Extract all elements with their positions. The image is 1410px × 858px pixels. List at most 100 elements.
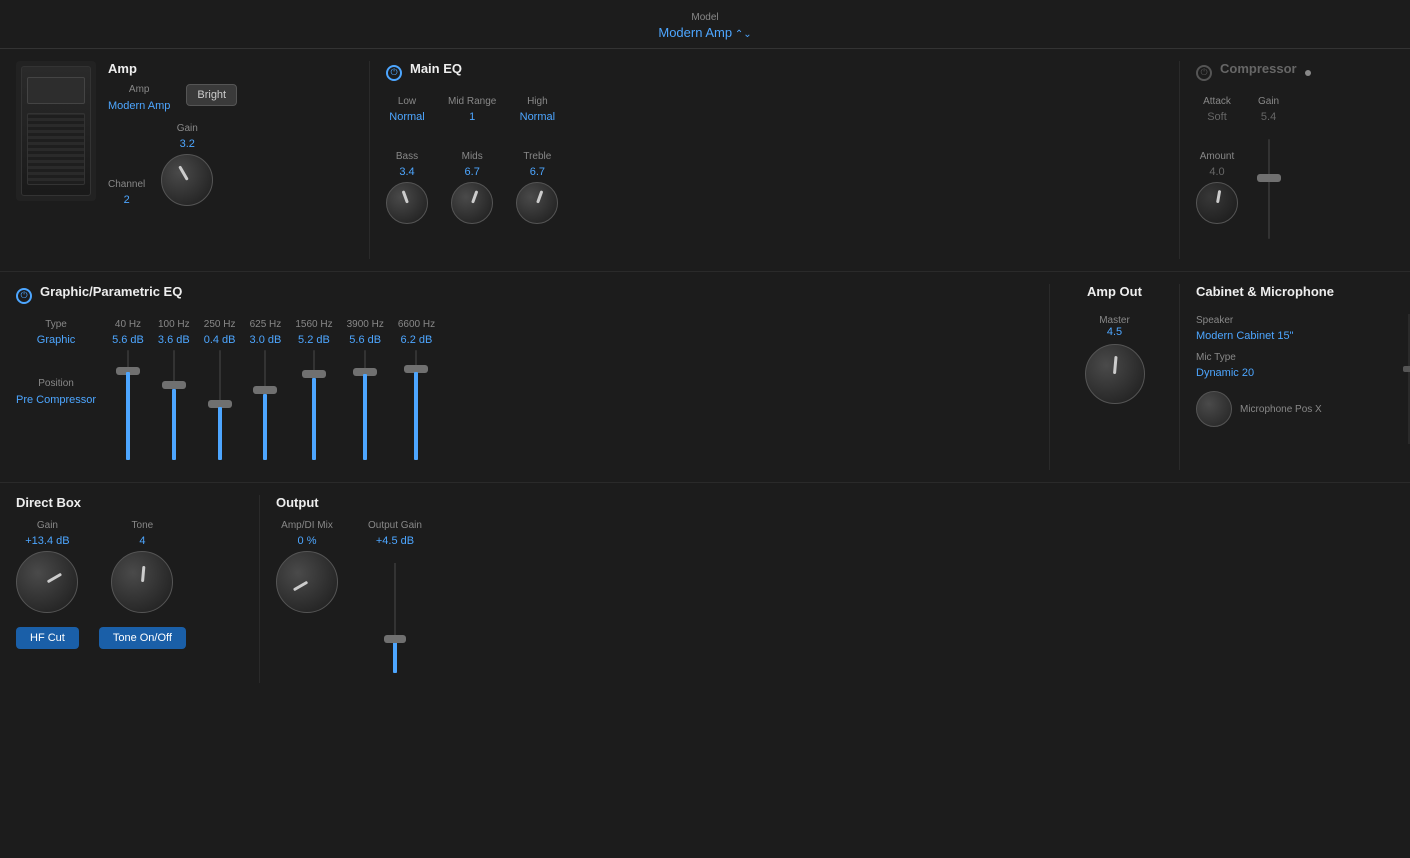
hf-cut-button[interactable]: HF Cut [16,627,79,649]
band-100hz-thumb[interactable] [162,381,186,389]
attack-label: Attack [1203,96,1231,107]
amp-controls: Amp Amp Modern Amp Bright Channel 2 Gain [108,61,237,206]
comp-gain-value[interactable]: 5.4 [1261,111,1276,123]
amp-di-mix-knob[interactable] [276,551,338,613]
eq-position-label: Position [38,378,74,389]
channel-label: Channel [108,179,145,190]
mic-pos-z-thumb[interactable] [1403,366,1410,372]
amp-selector-group: Amp Modern Amp [108,84,170,113]
master-value[interactable]: 4.5 [1107,326,1122,338]
db-gain-label: Gain [37,520,58,531]
channel-value[interactable]: 2 [124,194,130,206]
compressor-power[interactable]: ⏻ [1196,65,1212,81]
db-tone-group: Tone 4 Tone On/Off [99,520,186,649]
amp-out-title: Amp Out [1087,284,1142,299]
amp-param-value[interactable]: Modern Amp [108,99,170,113]
band-250hz-thumb[interactable] [208,400,232,408]
amp-di-mix-value[interactable]: 0 % [298,535,317,547]
band-625hz-thumb[interactable] [253,386,277,394]
band-1560hz-thumb[interactable] [302,370,326,378]
eq-high-value[interactable]: Normal [520,111,555,123]
comp-gain-label: Gain [1258,96,1279,107]
amp-image [16,61,96,201]
eq-mids-label: Mids [462,151,483,162]
output-gain-thumb[interactable] [384,635,406,643]
eq-band-100hz: 100 Hz 3.6 dB [158,319,190,470]
eq-position-value[interactable]: Pre Compressor [16,393,96,407]
compressor-gain-group: Gain 5.4 [1258,96,1279,259]
gain-value[interactable]: 3.2 [180,138,195,150]
eq-band-250hz: 250 Hz 0.4 dB [204,319,236,470]
db-gain-group: Gain +13.4 dB HF Cut [16,520,79,649]
eq-high-group: High Normal Treble 6.7 [516,96,558,224]
speaker-value[interactable]: Modern Cabinet 15" [1196,330,1293,342]
amp-title: Amp [108,61,237,76]
eq-bass-value[interactable]: 3.4 [399,166,414,178]
amp-out-section: Amp Out Master 4.5 [1050,284,1180,470]
band-100hz-fader [173,350,175,470]
bright-button[interactable]: Bright [186,84,237,106]
output-title: Output [276,495,524,510]
eq-low-label: Low [398,96,416,107]
treble-knob[interactable] [516,182,558,224]
eq-low-group: Low Normal Bass 3.4 [386,96,428,224]
band-625hz-fader [264,350,266,470]
band-250hz-fader [219,350,221,470]
eq-low-value[interactable]: Normal [389,111,424,123]
db-tone-value[interactable]: 4 [139,535,145,547]
middle-row: ⏻ Graphic/Parametric EQ Type Graphic Pos… [0,272,1410,483]
db-tone-knob[interactable] [111,551,173,613]
amount-knob[interactable] [1196,182,1238,224]
attack-value[interactable]: Soft [1207,111,1227,123]
eq-left-controls: Type Graphic Position Pre Compressor [16,319,96,407]
comp-gain-thumb[interactable] [1257,174,1281,182]
tone-on-off-button[interactable]: Tone On/Off [99,627,186,649]
direct-box-title: Direct Box [16,495,243,510]
output-gain-track [394,563,396,673]
main-eq-controls: Low Normal Bass 3.4 Mid Range 1 Mids 6.7 [386,96,1163,224]
speaker-label: Speaker [1196,315,1233,326]
eq-treble-value[interactable]: 6.7 [530,166,545,178]
graphic-eq-title: Graphic/Parametric EQ [40,284,182,299]
output-gain-value[interactable]: +4.5 dB [376,535,414,547]
amp-param-label: Amp [129,84,150,95]
attack-group: Attack Soft Amount 4.0 [1196,96,1238,224]
compressor-gain-slider [1268,139,1270,259]
band-6600hz-thumb[interactable] [404,365,428,373]
graphic-eq-header: ⏻ Graphic/Parametric EQ [16,284,1033,307]
output-gain-fill [393,640,397,673]
graphic-eq-power[interactable]: ⏻ [16,288,32,304]
mic-type-value[interactable]: Dynamic 20 [1196,367,1254,379]
mids-knob[interactable] [451,182,493,224]
output-gain-slider-container [394,563,396,683]
app-container: Model Modern Amp Amp Amp Modern Amp Brig… [0,0,1410,858]
band-3900hz-thumb[interactable] [353,368,377,376]
eq-band-40hz: 40 Hz 5.6 dB [112,319,144,470]
band-40hz-thumb[interactable] [116,367,140,375]
master-knob[interactable] [1085,344,1145,404]
eq-mid-value[interactable]: 1 [469,111,475,123]
band-1560hz-fader [313,350,315,470]
eq-type-value[interactable]: Graphic [37,334,76,346]
eq-mids-value[interactable]: 6.7 [465,166,480,178]
main-eq-power[interactable]: ⏻ [386,65,402,81]
mic-pos-x-knob[interactable] [1196,391,1232,427]
bass-knob[interactable] [386,182,428,224]
model-selector[interactable]: Modern Amp [0,25,1410,40]
eq-band-6600hz: 6600 Hz 6.2 dB [398,319,435,470]
gain-knob[interactable] [161,154,213,206]
eq-treble-label: Treble [523,151,551,162]
bottom-row: Direct Box Gain +13.4 dB HF Cut Tone 4 T… [0,483,1410,695]
band-40hz-fader [127,350,129,470]
comp-gain-track [1268,139,1270,239]
amp-section: Amp Amp Modern Amp Bright Channel 2 Gain [0,61,370,259]
mic-type-label: Mic Type [1196,352,1236,363]
db-gain-value[interactable]: +13.4 dB [25,535,69,547]
channel-group: Channel 2 [108,179,145,206]
db-gain-knob[interactable] [16,551,78,613]
eq-position-group: Position Pre Compressor [16,378,96,407]
header: Model Modern Amp [0,0,1410,49]
amount-value[interactable]: 4.0 [1209,166,1224,178]
cabinet-section: Cabinet & Microphone Speaker Modern Cabi… [1180,284,1410,470]
cabinet-title: Cabinet & Microphone [1196,284,1394,299]
